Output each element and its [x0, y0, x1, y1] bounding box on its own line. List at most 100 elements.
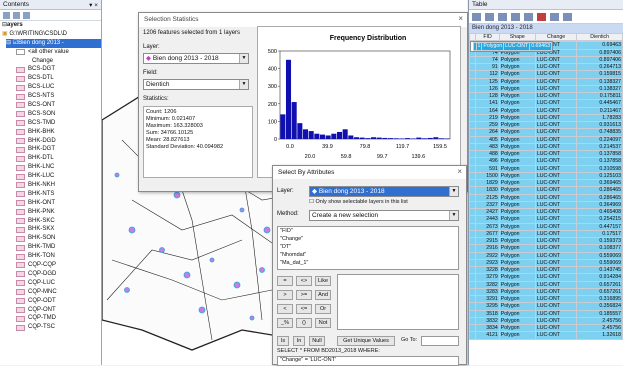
table-row[interactable]: 164 Polygon LUC-ONT 0.211467: [469, 106, 623, 115]
table-row[interactable]: 2427 Polygon LUC-ONT 0.465408: [469, 207, 623, 217]
operator-button[interactable]: Like: [315, 276, 331, 286]
table-row[interactable]: 2915 Polygon LUC-ONT 0.159373: [469, 236, 623, 246]
related-tables-icon[interactable]: [485, 13, 494, 21]
field-list-item[interactable]: "Change": [278, 235, 458, 243]
col-fid[interactable]: FID: [475, 32, 500, 42]
switch-selection-icon[interactable]: [511, 13, 520, 21]
operator-button[interactable]: Not: [315, 318, 331, 328]
toc-class-item[interactable]: CQP-ODT: [2, 297, 101, 306]
select-by-attributes-icon[interactable]: [498, 13, 507, 21]
toc-class-item[interactable]: CQP-TSC: [2, 323, 101, 332]
toc-class-item[interactable]: BHK-LNC: [2, 163, 101, 172]
toc-class-item[interactable]: BHK-ONT: [2, 199, 101, 208]
toc-class-item[interactable]: BHK-NTS: [2, 190, 101, 199]
get-unique-values-button[interactable]: Get Unique Values: [337, 336, 395, 346]
table-row[interactable]: 1 Polygon LUC-ONT 0.69463: [469, 41, 553, 53]
table-row[interactable]: 1830 Polygon LUC-ONT 0.286465: [469, 186, 623, 195]
list-by-source-icon[interactable]: [13, 12, 20, 19]
field-list-item[interactable]: "Ma_dat_1": [278, 259, 458, 267]
clear-selection-icon[interactable]: [524, 13, 533, 21]
table-options-icon[interactable]: [472, 13, 481, 21]
operator-button[interactable]: <>: [296, 276, 312, 286]
toc-class-item[interactable]: BHK-SKX: [2, 225, 101, 234]
table-row[interactable]: 219 Polygon LUC-ONT 1.78283: [469, 113, 623, 123]
toc-class-item[interactable]: CQP-CQP: [2, 261, 101, 270]
zoom-to-selected-icon[interactable]: [550, 13, 559, 21]
table-row[interactable]: 1500 Polygon LUC-ONT 0.125103: [469, 171, 623, 181]
table-row[interactable]: 2916 Polygon LUC-ONT 0.108377: [469, 244, 623, 253]
toc-class-item[interactable]: BCS-SON: [2, 110, 101, 119]
operator-button[interactable]: _%: [277, 318, 293, 328]
table-row[interactable]: 496 Polygon LUC-ONT 0.137858: [469, 157, 623, 166]
toc-class-item[interactable]: BCS-TMD: [2, 119, 101, 128]
toc-class-item[interactable]: BHK-BHK: [2, 128, 101, 137]
toc-class-item[interactable]: BCS-DGT: [2, 65, 101, 74]
toc-class-item[interactable]: BHK-DGD: [2, 137, 101, 146]
toc-class-item[interactable]: BCS-NTS: [2, 92, 101, 101]
pin-close-icon[interactable]: ▾ ×: [89, 1, 98, 9]
table-row[interactable]: 3834 Polygon LUC-ONT 2.45756: [469, 323, 623, 333]
table-row[interactable]: 3291 Polygon LUC-ONT 0.316895: [469, 294, 623, 304]
table-row[interactable]: 91 Polygon LUC-ONT 0.264713: [469, 62, 623, 72]
goto-input[interactable]: [421, 336, 459, 346]
table-row[interactable]: 2673 Polygon LUC-ONT 0.447157: [469, 222, 623, 231]
table-row[interactable]: 3279 Polygon LUC-ONT 0.914284: [469, 273, 623, 282]
toc-class-item[interactable]: CQP-ONT: [2, 306, 101, 315]
col-shape[interactable]: Shape: [498, 32, 536, 42]
operator-button[interactable]: =: [277, 276, 293, 286]
field-list-item[interactable]: "Nhomdat": [278, 251, 458, 259]
toc-class-item[interactable]: CQP-TMD: [2, 314, 101, 323]
table-row[interactable]: 2923 Polygon LUC-ONT 0.559069: [469, 258, 623, 268]
table-row[interactable]: 4121 Polygon LUC-ONT 1.32618: [469, 331, 623, 340]
table-row[interactable]: 2922 Polygon LUC-ONT 0.559069: [469, 251, 623, 260]
table-row[interactable]: 264 Polygon LUC-ONT 0.748835: [469, 128, 623, 137]
table-row[interactable]: 74 Polygon LUC-ONT 0.897406: [469, 55, 623, 65]
field-list-item[interactable]: "DT": [278, 243, 458, 251]
toc-class-item[interactable]: BHK-SKC: [2, 217, 101, 226]
table-row[interactable]: 3518 Polygon LUC-ONT 0.185557: [469, 309, 623, 318]
toc-class-item[interactable]: BCS-DTL: [2, 74, 101, 83]
toc-class-item[interactable]: BHK-TON: [2, 252, 101, 261]
table-row[interactable]: 128 Polygon LUC-ONT 0.175811: [469, 91, 623, 101]
toc-row-path[interactable]: ▣ G:\WRITING\CSDL\D: [2, 30, 101, 39]
table-row[interactable]: 3283 Polygon LUC-ONT 0.657261: [469, 287, 623, 297]
toc-class-item[interactable]: BCS-ONT: [2, 101, 101, 110]
toc-class-item[interactable]: BHK-PNK: [2, 208, 101, 217]
table-row[interactable]: 259 Polygon LUC-ONT 0.931613: [469, 120, 623, 130]
table-row[interactable]: 488 Polygon LUC-ONT 0.137858: [469, 149, 623, 159]
table-row[interactable]: 2125 Polygon LUC-ONT 0.286465: [469, 193, 623, 202]
toc-class-item[interactable]: BHK-NKH: [2, 181, 101, 190]
close-icon[interactable]: ×: [457, 167, 462, 176]
table-row[interactable]: 2443 Polygon LUC-ONT 0.254215: [469, 215, 623, 224]
table-row[interactable]: 112 Polygon LUC-ONT 0.159815: [469, 70, 623, 79]
toc-class-item[interactable]: BHK-TMD: [2, 243, 101, 252]
table-tab[interactable]: Bien dong 2013 - 2018: [469, 24, 623, 33]
operator-button[interactable]: And: [315, 290, 331, 300]
table-row[interactable]: 3295 Polygon LUC-ONT 0.356824: [469, 302, 623, 311]
toc-row-layers[interactable]: ⊟ ayers: [2, 21, 101, 30]
table-row[interactable]: 2327 Polygon LUC-ONT 0.364969: [469, 200, 623, 210]
table-row[interactable]: 126 Polygon LUC-ONT 0.138327: [469, 84, 623, 94]
list-by-drawing-order-icon[interactable]: [3, 12, 10, 19]
toc-class-item[interactable]: BHK-DTL: [2, 154, 101, 163]
toc-class-item[interactable]: BCS-LUC: [2, 83, 101, 92]
table-row[interactable]: 3832 Polygon LUC-ONT 2.45756: [469, 316, 623, 326]
operator-button[interactable]: (): [296, 318, 312, 328]
field-select[interactable]: Dientich ▼: [143, 79, 249, 90]
table-row[interactable]: 3282 Polygon LUC-ONT 0.657261: [469, 280, 623, 289]
options-icon[interactable]: [23, 12, 30, 19]
only-selectable-checkbox[interactable]: ☐ Only show selectable layers in this li…: [309, 199, 408, 205]
table-row[interactable]: 125 Polygon LUC-ONT 0.138327: [469, 77, 623, 86]
col-change[interactable]: Change: [534, 32, 578, 42]
table-row[interactable]: 2677 Polygon LUC-ONT 0.17517: [469, 229, 623, 239]
field-list[interactable]: "FID" "Change" "DT" "Nhomdat" "Ma_dat_1": [277, 226, 459, 270]
method-select[interactable]: Create a new selection ▼: [309, 210, 459, 221]
close-icon[interactable]: ×: [458, 14, 463, 23]
toc-layer-selected[interactable]: ⊟ ☑ Bien dong 2013 -: [6, 38, 101, 48]
col-dientich[interactable]: Dientich: [576, 32, 623, 42]
operator-button[interactable]: <=: [296, 304, 312, 314]
attr-layer-select[interactable]: ◆ Bien dong 2013 - 2018 ▼: [309, 186, 459, 197]
operator-button[interactable]: <: [277, 304, 293, 314]
table-row[interactable]: 3228 Polygon LUC-ONT 0.143745: [469, 265, 623, 275]
operator-button[interactable]: Or: [315, 304, 331, 314]
